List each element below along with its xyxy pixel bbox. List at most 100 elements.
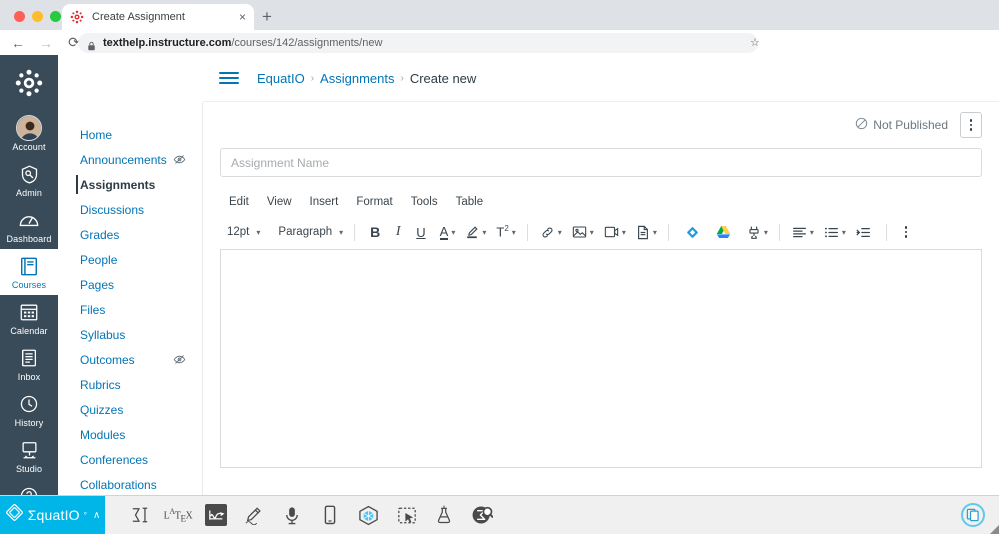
breadcrumb: EquatIO › Assignments › Create new xyxy=(203,55,999,102)
forward-button[interactable]: → xyxy=(36,33,56,53)
sidebar-item-calendar[interactable]: Calendar xyxy=(0,295,58,341)
sidebar-item-grades[interactable]: Grades xyxy=(58,222,202,247)
sidebar-item-courses[interactable]: Courses xyxy=(0,249,58,295)
copy-insert-button[interactable] xyxy=(961,503,985,527)
equatio-diamond-icon xyxy=(5,503,24,527)
sidebar-item-announcements[interactable]: Announcements xyxy=(58,147,202,172)
equatio-brand-button[interactable]: ΣquatIO ° ∧ xyxy=(0,496,105,534)
more-options-button[interactable] xyxy=(895,220,917,244)
editor-menu-bar: Edit View Insert Format Tools Table xyxy=(220,193,982,213)
close-icon[interactable]: × xyxy=(239,11,246,23)
mathspace-tool[interactable] xyxy=(463,496,501,534)
bold-button[interactable]: B xyxy=(363,220,387,244)
sidebar-item-history[interactable]: History xyxy=(0,387,58,433)
rich-content-editor: Edit View Insert Format Tools Table 12pt… xyxy=(220,193,982,468)
3d-cube-tool[interactable] xyxy=(349,496,387,534)
sidebar-item-home[interactable]: Home xyxy=(58,122,202,147)
maximize-window-button[interactable] xyxy=(50,11,61,22)
sidebar-item-files[interactable]: Files xyxy=(58,297,202,322)
editor-body[interactable] xyxy=(220,249,982,468)
sidebar-item-syllabus[interactable]: Syllabus xyxy=(58,322,202,347)
course-nav-label: Grades xyxy=(80,228,119,242)
underline-button[interactable]: U xyxy=(409,220,432,244)
course-nav-label: People xyxy=(80,253,117,267)
indent-button[interactable] xyxy=(849,220,878,244)
image-button[interactable]: ▾ xyxy=(565,220,597,244)
sidebar-item-outcomes[interactable]: Outcomes xyxy=(58,347,202,372)
browser-toolbar: ← → ⟳ texthelp.instructure.com/courses/1… xyxy=(0,30,999,55)
menu-edit[interactable]: Edit xyxy=(220,193,258,211)
chevron-down-icon: ▾ xyxy=(622,228,626,237)
hidden-eye-icon xyxy=(173,353,186,366)
sidebar-item-dashboard[interactable]: Dashboard xyxy=(0,203,58,249)
menu-insert[interactable]: Insert xyxy=(301,193,348,211)
align-button[interactable]: ▾ xyxy=(788,220,817,244)
text-color-button[interactable]: A▾ xyxy=(433,220,459,244)
sidebar-item-people[interactable]: People xyxy=(58,247,202,272)
graph-editor-tool[interactable] xyxy=(197,496,235,534)
sidebar-item-account[interactable]: Account xyxy=(0,111,58,157)
browser-tab[interactable]: Create Assignment × xyxy=(62,4,254,30)
minimize-window-button[interactable] xyxy=(32,11,43,22)
media-button[interactable]: ▾ xyxy=(597,220,629,244)
italic-button[interactable]: I xyxy=(387,220,409,244)
breadcrumb-assignments[interactable]: Assignments xyxy=(320,71,394,86)
menu-tools[interactable]: Tools xyxy=(402,193,447,211)
hamburger-icon[interactable] xyxy=(219,69,239,87)
sidebar-item-assignments[interactable]: Assignments xyxy=(58,172,202,197)
block-format-value: Paragraph xyxy=(274,226,336,238)
resize-handle[interactable] xyxy=(990,525,999,534)
course-nav-label: Conferences xyxy=(80,453,148,467)
sidebar-item-conferences[interactable]: Conferences xyxy=(58,447,202,472)
google-drive-button[interactable] xyxy=(708,220,739,244)
speech-input-tool[interactable] xyxy=(273,496,311,534)
collapse-caret-icon[interactable]: ∧ xyxy=(93,510,100,521)
screenshot-reader-tool[interactable] xyxy=(387,496,425,534)
latex-editor-tool[interactable]: LATEX xyxy=(159,496,197,534)
handwriting-tool[interactable] xyxy=(235,496,273,534)
sidebar-item-quizzes[interactable]: Quizzes xyxy=(58,397,202,422)
superscript-subscript-button[interactable]: T2▾ xyxy=(489,220,518,244)
bullet-list-button[interactable]: ▾ xyxy=(817,220,849,244)
bookmark-star-icon[interactable]: ☆ xyxy=(750,36,760,49)
toolbar-divider xyxy=(527,224,528,241)
block-format-select[interactable]: Paragraph ▾ xyxy=(271,220,346,244)
equation-editor-tool[interactable] xyxy=(121,496,159,534)
sidebar-item-studio[interactable]: Studio xyxy=(0,433,58,479)
sidebar-item-rubrics[interactable]: Rubrics xyxy=(58,372,202,397)
editor-toolbar: 12pt ▾ Paragraph ▾ B I U A▾ ▾ T2▾ xyxy=(220,218,982,246)
canvas-logo-icon[interactable] xyxy=(0,55,58,111)
sidebar-item-inbox[interactable]: Inbox xyxy=(0,341,58,387)
sidebar-item-admin[interactable]: Admin xyxy=(0,157,58,203)
back-button[interactable]: ← xyxy=(8,33,28,53)
font-size-select[interactable]: 12pt ▾ xyxy=(220,220,263,244)
assignment-name-input[interactable]: Assignment Name xyxy=(220,148,982,177)
equatio-button[interactable] xyxy=(677,220,708,244)
document-button[interactable]: ▾ xyxy=(629,220,660,244)
link-button[interactable]: ▾ xyxy=(536,220,565,244)
clock-icon xyxy=(19,392,39,416)
chevron-down-icon: ▾ xyxy=(590,228,594,237)
chevron-down-icon: ▾ xyxy=(558,228,562,237)
sidebar-item-label: Calendar xyxy=(10,326,47,336)
sidebar-item-discussions[interactable]: Discussions xyxy=(58,197,202,222)
apps-plugin-button[interactable]: ▾ xyxy=(739,220,771,244)
sidebar-item-collaborations[interactable]: Collaborations xyxy=(58,472,202,497)
menu-table[interactable]: Table xyxy=(447,193,493,211)
menu-view[interactable]: View xyxy=(258,193,301,211)
mobile-tool[interactable] xyxy=(311,496,349,534)
dashboard-icon xyxy=(18,208,40,232)
menu-format[interactable]: Format xyxy=(347,193,401,211)
address-bar[interactable]: texthelp.instructure.com/courses/142/ass… xyxy=(78,33,758,53)
breadcrumb-course[interactable]: EquatIO xyxy=(257,71,305,86)
chemistry-tool[interactable] xyxy=(425,496,463,534)
sidebar-item-pages[interactable]: Pages xyxy=(58,272,202,297)
kebab-menu-icon[interactable] xyxy=(960,112,982,138)
canvas-logo-icon xyxy=(70,10,84,24)
breadcrumb-separator: › xyxy=(400,73,403,84)
close-window-button[interactable] xyxy=(14,11,25,22)
new-tab-button[interactable]: + xyxy=(262,8,272,25)
highlight-color-button[interactable]: ▾ xyxy=(458,220,489,244)
chevron-down-icon: ▾ xyxy=(482,228,486,237)
sidebar-item-modules[interactable]: Modules xyxy=(58,422,202,447)
